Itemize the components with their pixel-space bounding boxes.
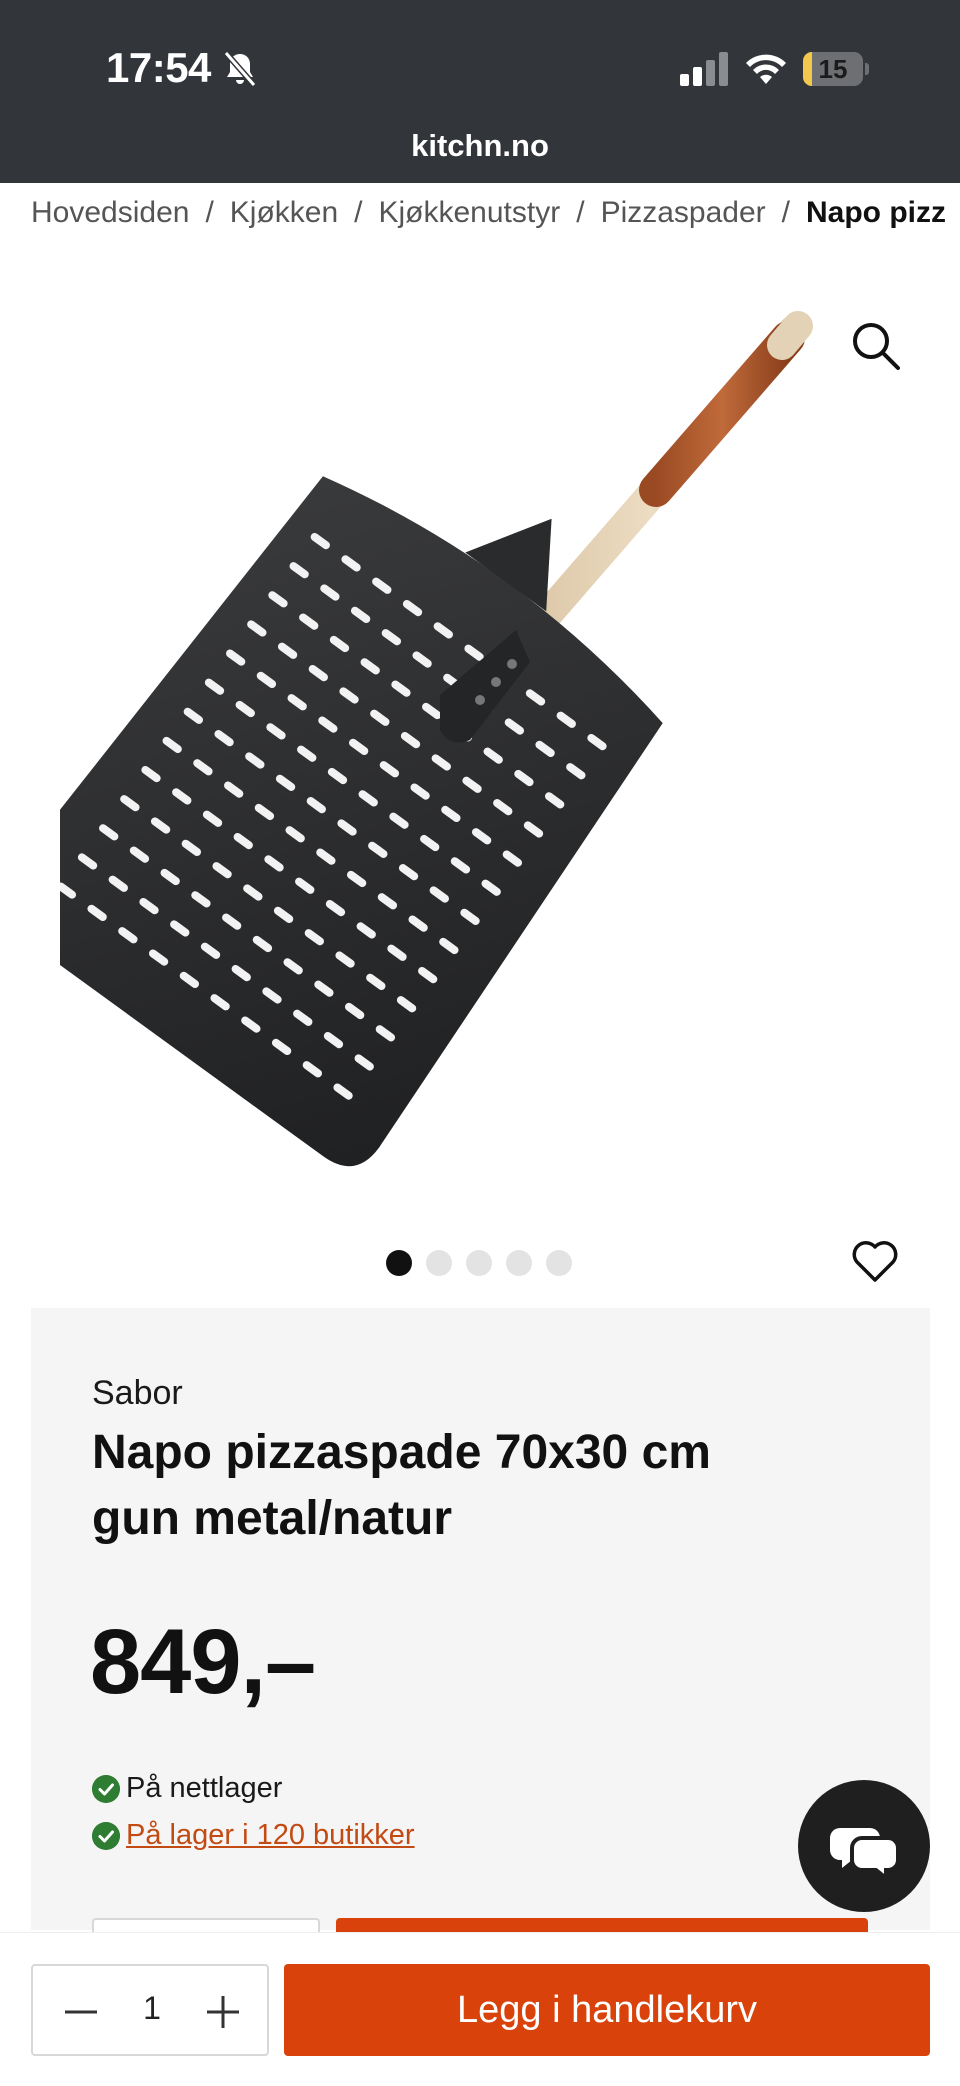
gallery-dot[interactable]	[546, 1250, 572, 1276]
check-icon	[92, 1821, 120, 1850]
chat-icon	[830, 1828, 900, 1883]
breadcrumb-separator: /	[205, 196, 214, 229]
stock-stores: På lager i 120 butikker	[92, 1819, 415, 1852]
breadcrumb-separator: /	[576, 196, 585, 229]
gallery-dot[interactable]	[386, 1250, 412, 1276]
search-icon[interactable]	[846, 316, 906, 376]
gallery-dot[interactable]	[506, 1250, 532, 1276]
breadcrumb-separator: /	[354, 196, 363, 229]
bell-slash-icon	[223, 51, 257, 87]
breadcrumb-home[interactable]: Hovedsiden	[31, 196, 189, 230]
product-price: 849,–	[90, 1611, 316, 1713]
battery-icon: 15	[803, 52, 869, 86]
signal-icon	[680, 52, 728, 86]
plus-icon[interactable]	[199, 1988, 247, 2036]
product-image-pizza-peel[interactable]	[60, 300, 900, 1200]
quantity-stepper: 1	[31, 1964, 269, 2056]
chat-button[interactable]	[798, 1780, 930, 1912]
inline-add-to-cart-button[interactable]	[336, 1918, 868, 1932]
check-icon	[92, 1774, 120, 1803]
breadcrumb-kitchen[interactable]: Kjøkken	[230, 196, 338, 230]
minus-icon[interactable]	[57, 1988, 105, 2036]
product-title: Napo pizzaspade 70x30 cm gun metal/natur	[92, 1426, 711, 1545]
add-to-cart-button[interactable]: Legg i handlekurv	[284, 1964, 930, 2056]
inline-quantity-field[interactable]	[92, 1918, 320, 1932]
quantity-value[interactable]: 1	[123, 1990, 181, 2027]
breadcrumb-kitchen-equipment[interactable]: Kjøkkenutstyr	[379, 196, 561, 230]
gallery-dot[interactable]	[426, 1250, 452, 1276]
breadcrumb-pizza-peels[interactable]: Pizzaspader	[601, 196, 766, 230]
stock-online-label: På nettlager	[126, 1772, 283, 1804]
stock-online: På nettlager	[92, 1772, 282, 1805]
heart-icon[interactable]	[850, 1238, 900, 1284]
address-bar-url[interactable]: kitchn.no	[0, 128, 960, 164]
breadcrumb-separator: /	[781, 196, 790, 229]
breadcrumb-current: Napo pizz	[806, 196, 946, 229]
browser-top-bar: 17:54 15 kitchn.no	[0, 0, 960, 183]
battery-level: 15	[818, 54, 848, 84]
status-time: 17:54	[106, 44, 211, 91]
gallery-dot[interactable]	[466, 1250, 492, 1276]
breadcrumb: Hovedsiden / Kjøkken / Kjøkkenutstyr / Pizzasp…	[31, 196, 946, 230]
wifi-icon	[746, 54, 786, 84]
store-stock-link[interactable]: På lager i 120 butikker	[126, 1819, 415, 1852]
product-brand[interactable]: Sabor	[92, 1374, 183, 1413]
